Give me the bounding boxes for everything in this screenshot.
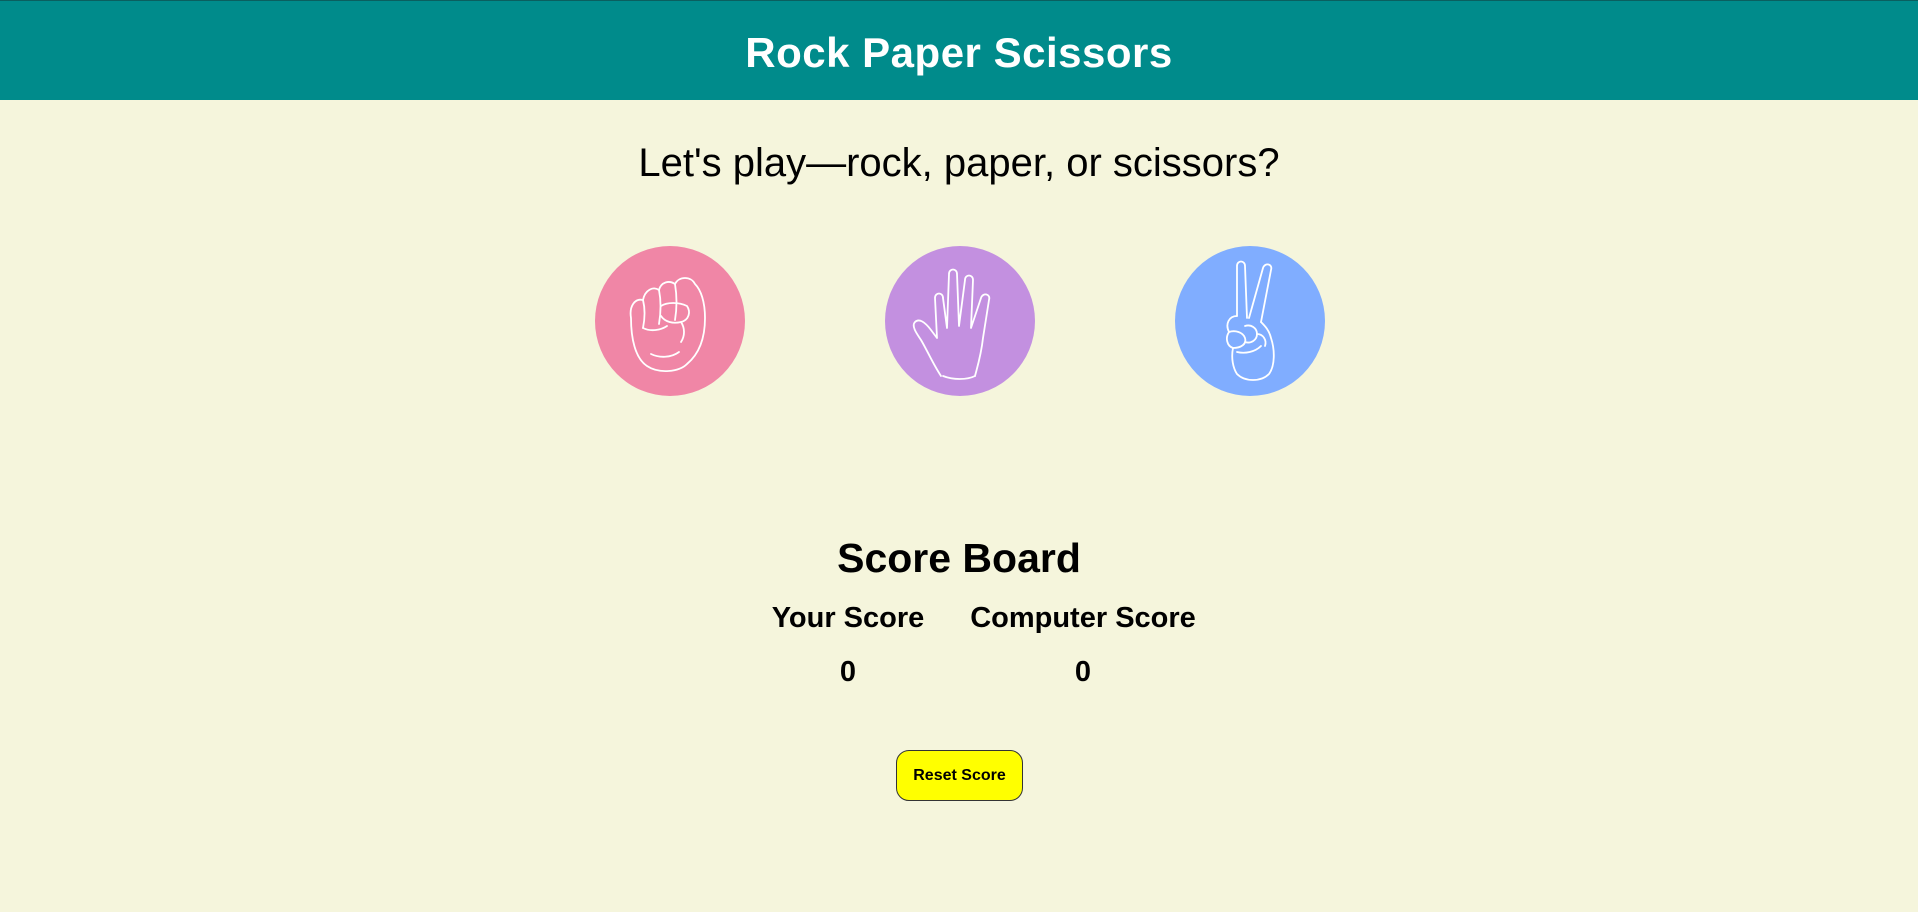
- app-title: Rock Paper Scissors: [745, 28, 1173, 76]
- rock-choice-button[interactable]: [595, 246, 745, 396]
- app-header: Rock Paper Scissors: [0, 0, 1918, 100]
- computer-score-value: 0: [1074, 656, 1092, 688]
- open-hand-icon: [885, 246, 1035, 396]
- user-score-label: Your Score: [771, 602, 925, 634]
- paper-choice-button[interactable]: [885, 246, 1035, 396]
- computer-score-column: Computer Score 0: [958, 598, 1208, 692]
- scissors-choice-button[interactable]: [1175, 246, 1325, 396]
- user-score-column: Your Score 0: [748, 598, 948, 692]
- scoreboard-title: Score Board: [837, 535, 1081, 581]
- peace-hand-icon: [1175, 246, 1325, 396]
- user-score-value: 0: [839, 656, 857, 688]
- computer-score-label: Computer Score: [970, 602, 1196, 634]
- game-prompt: Let's play—rock, paper, or scissors?: [638, 141, 1280, 185]
- fist-icon: [595, 246, 745, 396]
- reset-score-button[interactable]: Reset Score: [896, 750, 1023, 801]
